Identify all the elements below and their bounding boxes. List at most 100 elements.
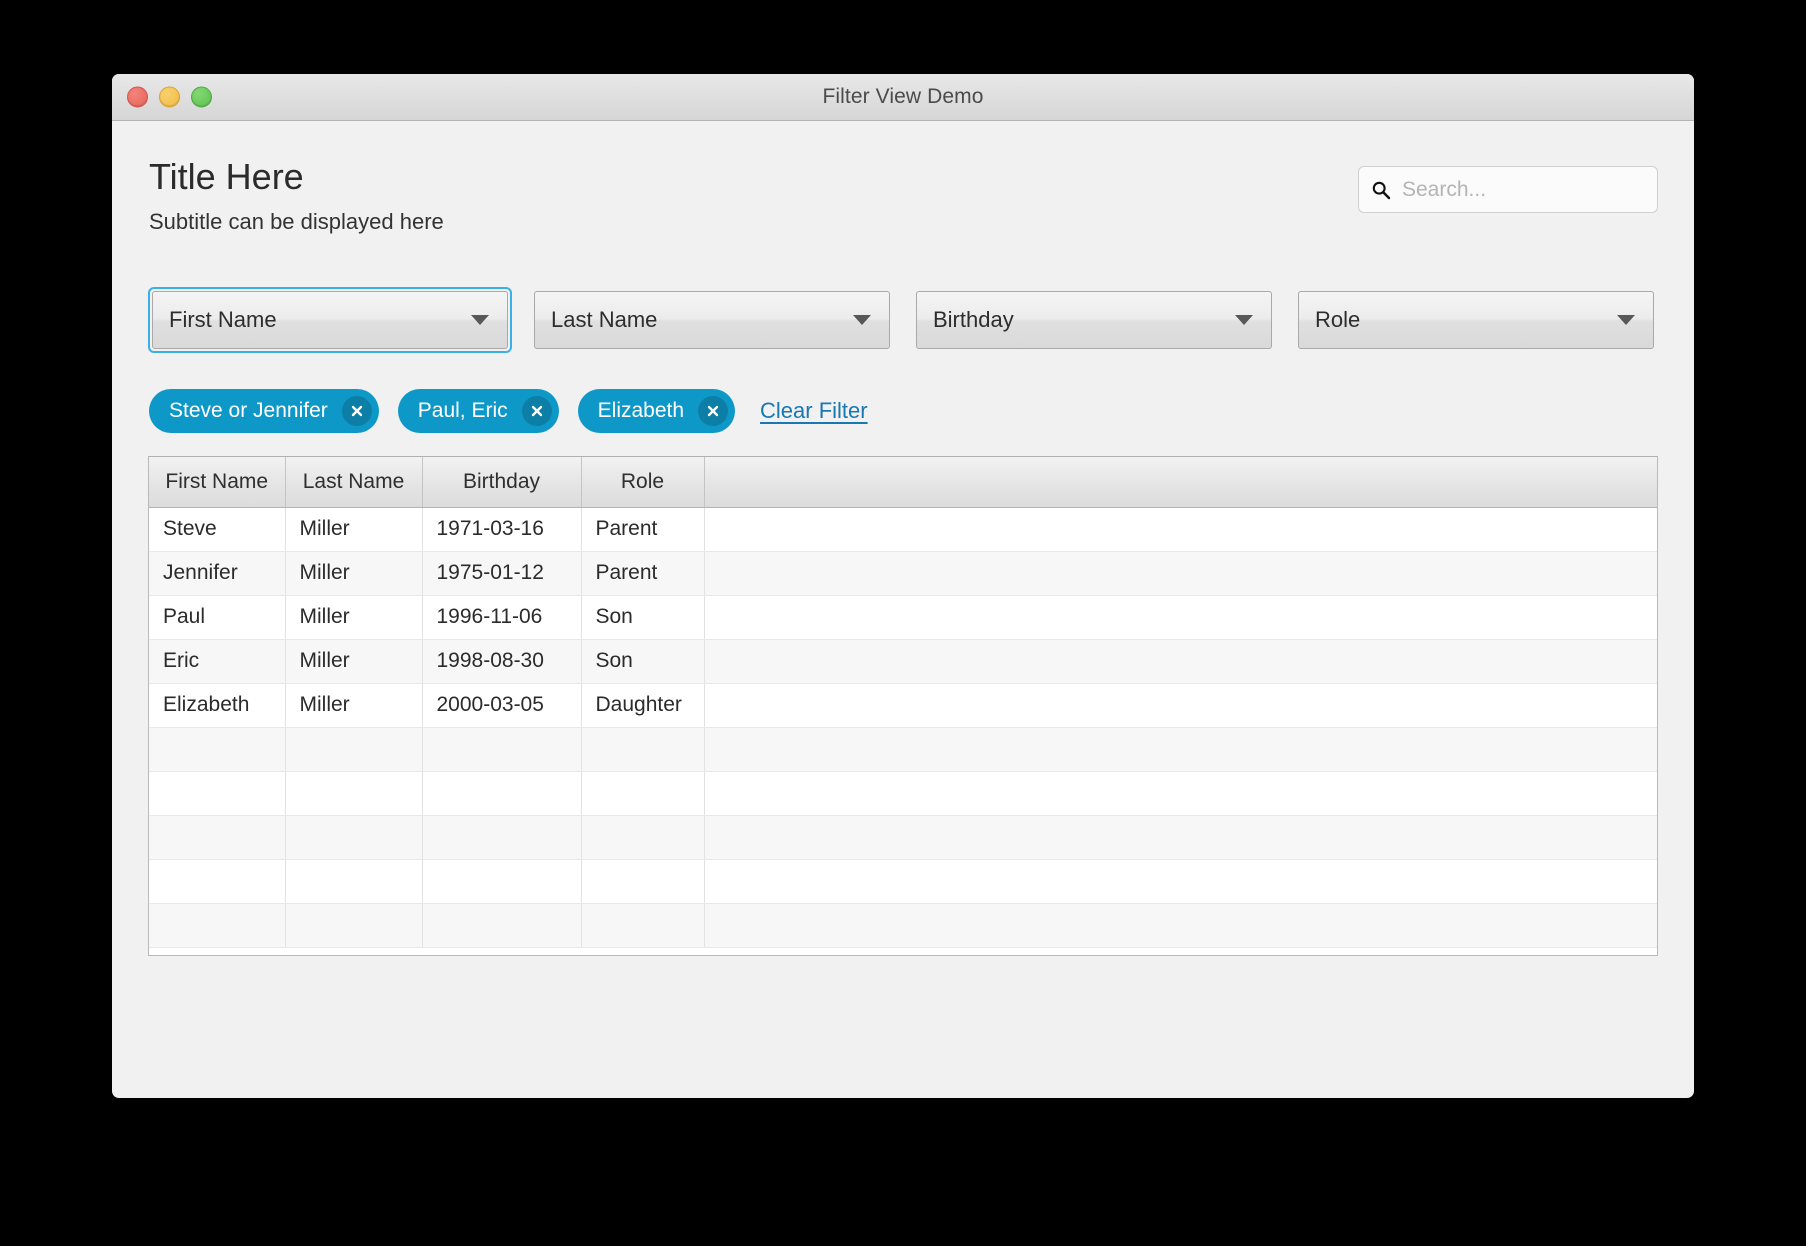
table-cell: 2000-03-05 [422, 683, 581, 727]
filter-dropdown-label: Birthday [933, 307, 1014, 333]
table-row[interactable] [149, 727, 1657, 771]
table-row[interactable] [149, 771, 1657, 815]
table-cell [704, 859, 1657, 903]
table-cell: Miller [285, 683, 422, 727]
table-cell: Miller [285, 551, 422, 595]
table-cell: 1998-08-30 [422, 639, 581, 683]
chevron-down-icon [1235, 315, 1253, 325]
table-cell [285, 815, 422, 859]
table-row[interactable]: SteveMiller1971-03-16Parent [149, 507, 1657, 551]
filter-dropdown-row: First Name Last Name Birthday Role [148, 287, 1658, 353]
table-cell [285, 771, 422, 815]
table-cell: Daughter [581, 683, 704, 727]
table-cell: Parent [581, 551, 704, 595]
table-cell [422, 727, 581, 771]
page-header: Title Here Subtitle can be displayed her… [148, 159, 1658, 235]
table-cell: Eric [149, 639, 285, 683]
table-cell: Elizabeth [149, 683, 285, 727]
filter-dropdown-role[interactable]: Role [1294, 287, 1658, 353]
close-icon[interactable] [342, 396, 372, 426]
search-input[interactable] [1400, 177, 1645, 203]
table-cell: Son [581, 639, 704, 683]
table-cell: 1975-01-12 [422, 551, 581, 595]
table-row[interactable] [149, 903, 1657, 947]
table-cell [704, 727, 1657, 771]
table-cell: Miller [285, 639, 422, 683]
filter-dropdown-label: Role [1315, 307, 1360, 333]
table-cell [285, 727, 422, 771]
table-body: SteveMiller1971-03-16ParentJenniferMille… [149, 507, 1657, 947]
table-cell: 1996-11-06 [422, 595, 581, 639]
app-window: Filter View Demo Title Here Subtitle can… [112, 74, 1694, 1098]
clear-filter-link[interactable]: Clear Filter [760, 398, 868, 424]
window-title: Filter View Demo [112, 85, 1694, 109]
search-icon [1371, 180, 1391, 200]
table-cell [581, 727, 704, 771]
table-cell [704, 903, 1657, 947]
title-block: Title Here Subtitle can be displayed her… [148, 159, 444, 235]
chevron-down-icon [471, 315, 489, 325]
table-cell [581, 903, 704, 947]
table-column-header[interactable]: Last Name [285, 457, 422, 507]
table-cell [149, 727, 285, 771]
filter-dropdown-label: First Name [169, 307, 277, 333]
table-header-row: First NameLast NameBirthdayRole [149, 457, 1657, 507]
table-header: First NameLast NameBirthdayRole [149, 457, 1657, 507]
table-row[interactable] [149, 815, 1657, 859]
close-icon[interactable] [698, 396, 728, 426]
table-cell [581, 859, 704, 903]
search-box[interactable] [1358, 166, 1658, 213]
filter-chip-label: Paul, Eric [418, 399, 508, 423]
close-icon[interactable] [522, 396, 552, 426]
table-row[interactable]: JenniferMiller1975-01-12Parent [149, 551, 1657, 595]
table-cell [149, 771, 285, 815]
table-cell: Steve [149, 507, 285, 551]
window-content: Title Here Subtitle can be displayed her… [112, 121, 1694, 1098]
table-cell [704, 551, 1657, 595]
table-cell [422, 903, 581, 947]
table-cell: Paul [149, 595, 285, 639]
table-cell: Miller [285, 595, 422, 639]
close-button[interactable] [127, 87, 148, 108]
maximize-button[interactable] [191, 87, 212, 108]
minimize-button[interactable] [159, 87, 180, 108]
filter-dropdown-last-name[interactable]: Last Name [530, 287, 894, 353]
filter-dropdown-first-name[interactable]: First Name [148, 287, 512, 353]
filter-chip-row: Steve or Jennifer Paul, Eric Elizabeth Clea… [148, 389, 1658, 433]
filter-chip[interactable]: Steve or Jennifer [149, 389, 379, 433]
table-cell [704, 595, 1657, 639]
filter-chip-label: Steve or Jennifer [169, 399, 328, 423]
table-row[interactable]: ElizabethMiller2000-03-05Daughter [149, 683, 1657, 727]
table-row[interactable]: EricMiller1998-08-30Son [149, 639, 1657, 683]
table-cell: Miller [285, 507, 422, 551]
chevron-down-icon [853, 315, 871, 325]
table-row[interactable] [149, 859, 1657, 903]
filter-chip-label: Elizabeth [598, 399, 684, 423]
table-column-header[interactable] [704, 457, 1657, 507]
table-cell [285, 859, 422, 903]
table-row[interactable]: PaulMiller1996-11-06Son [149, 595, 1657, 639]
screen: Filter View Demo Title Here Subtitle can… [0, 0, 1806, 1246]
table-cell: 1971-03-16 [422, 507, 581, 551]
table-cell: Parent [581, 507, 704, 551]
table-cell [704, 771, 1657, 815]
table-cell [422, 771, 581, 815]
data-table-container[interactable]: First NameLast NameBirthdayRole SteveMil… [148, 456, 1658, 956]
table-cell: Son [581, 595, 704, 639]
window-controls [127, 87, 212, 108]
filter-dropdown-label: Last Name [551, 307, 657, 333]
table-column-header[interactable]: First Name [149, 457, 285, 507]
filter-chip[interactable]: Paul, Eric [398, 389, 559, 433]
page-subtitle: Subtitle can be displayed here [149, 209, 444, 235]
table-cell [704, 639, 1657, 683]
data-table: First NameLast NameBirthdayRole SteveMil… [149, 457, 1657, 948]
filter-chip[interactable]: Elizabeth [578, 389, 735, 433]
table-cell: Jennifer [149, 551, 285, 595]
table-column-header[interactable]: Role [581, 457, 704, 507]
filter-dropdown-birthday[interactable]: Birthday [912, 287, 1276, 353]
chevron-down-icon [1617, 315, 1635, 325]
table-column-header[interactable]: Birthday [422, 457, 581, 507]
table-cell [704, 507, 1657, 551]
table-cell [285, 903, 422, 947]
table-cell [422, 815, 581, 859]
